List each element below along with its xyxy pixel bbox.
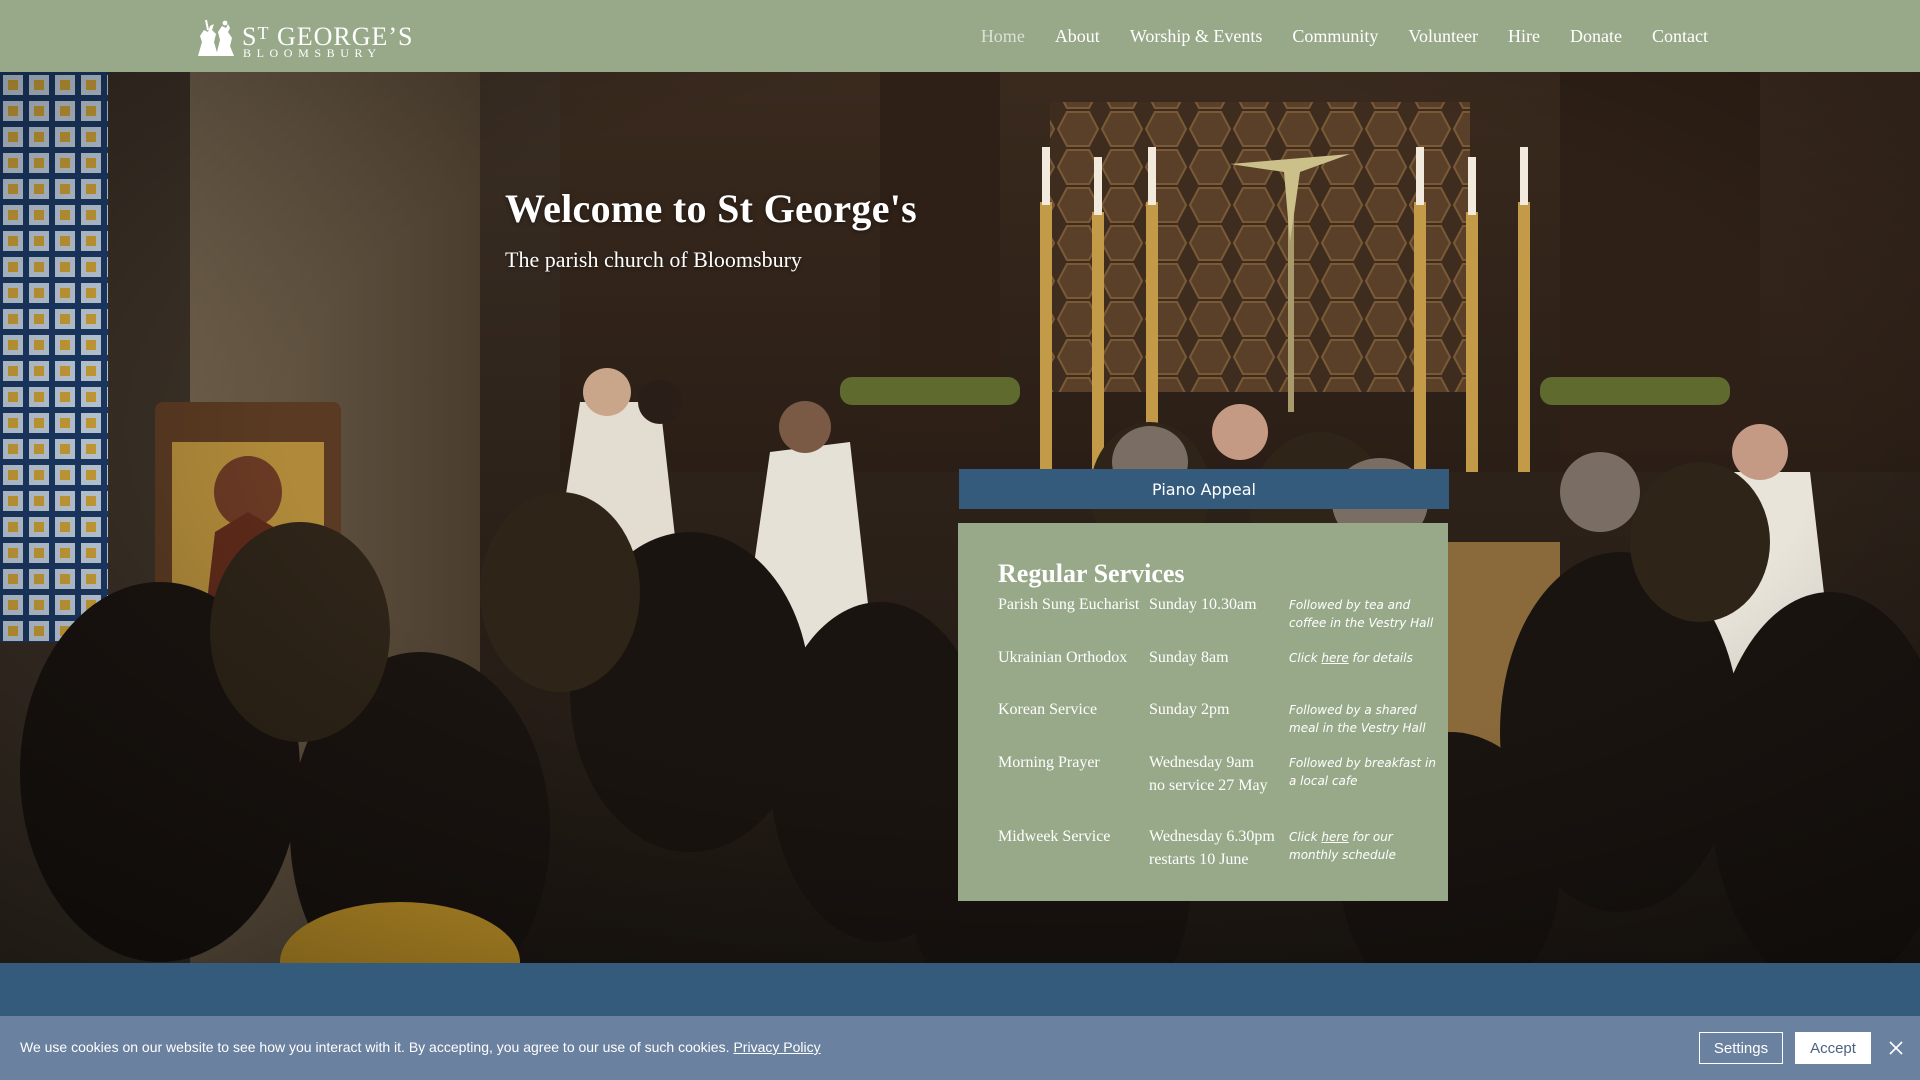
service-note: Followed by tea and coffee in the Vestry… <box>1289 598 1434 630</box>
cookie-message: We use cookies on our website to see how… <box>20 1039 821 1055</box>
close-icon[interactable] <box>1886 1038 1906 1058</box>
cookie-settings-button[interactable]: Settings <box>1699 1032 1783 1064</box>
nav-worship-events[interactable]: Worship & Events <box>1130 26 1263 47</box>
service-name: Ukrainian Orthodox <box>998 649 1128 666</box>
nav-about[interactable]: About <box>1055 26 1100 47</box>
hero-title: Welcome to St George's <box>505 186 918 231</box>
service-time: Wednesday 6.30pm restarts 10 June <box>1149 828 1275 868</box>
regular-services-card: Regular Services Parish Sung Eucharist S… <box>958 523 1448 901</box>
cookie-consent-bar: We use cookies on our website to see how… <box>0 1016 1920 1080</box>
nav-home[interactable]: Home <box>981 26 1025 47</box>
main-nav: Home About Worship & Events Community Vo… <box>981 0 1708 72</box>
service-name: Parish Sung Eucharist <box>998 596 1140 613</box>
site-logo[interactable]: ST GEORGE’S BLOOMSBURY <box>192 18 413 60</box>
service-note: Click here for our monthly schedule <box>1289 830 1396 862</box>
services-title: Regular Services <box>998 559 1185 588</box>
service-note: Followed by breakfast in a local cafe <box>1289 756 1436 788</box>
service-name: Midweek Service <box>998 828 1111 845</box>
service-time: Sunday 8am <box>1149 649 1229 666</box>
saint-george-dragon-icon <box>198 19 234 56</box>
service-name: Morning Prayer <box>998 754 1100 771</box>
service-note: Click here for details <box>1289 651 1413 665</box>
service-time: Sunday 2pm <box>1149 701 1230 718</box>
nav-donate[interactable]: Donate <box>1570 26 1622 47</box>
service-name: Korean Service <box>998 701 1098 718</box>
service-time: Wednesday 9am no service 27 May <box>1149 754 1268 794</box>
service-time: Sunday 10.30am <box>1149 596 1257 613</box>
cookie-accept-button[interactable]: Accept <box>1795 1032 1871 1064</box>
midweek-schedule-link[interactable]: here <box>1321 830 1348 844</box>
site-header: ST GEORGE’S BLOOMSBURY Home About Worshi… <box>0 0 1920 72</box>
nav-community[interactable]: Community <box>1292 26 1378 47</box>
nav-hire[interactable]: Hire <box>1508 26 1540 47</box>
hero-subtitle: The parish church of Bloomsbury <box>505 247 802 272</box>
privacy-policy-link[interactable]: Privacy Policy <box>733 1039 820 1055</box>
nav-contact[interactable]: Contact <box>1652 26 1708 47</box>
logo-location: BLOOMSBURY <box>243 46 382 60</box>
service-note: Followed by a shared meal in the Vestry … <box>1289 703 1426 735</box>
ukrainian-details-link[interactable]: here <box>1321 651 1348 665</box>
nav-volunteer[interactable]: Volunteer <box>1408 26 1478 47</box>
piano-appeal-button[interactable]: Piano Appeal <box>959 469 1449 509</box>
